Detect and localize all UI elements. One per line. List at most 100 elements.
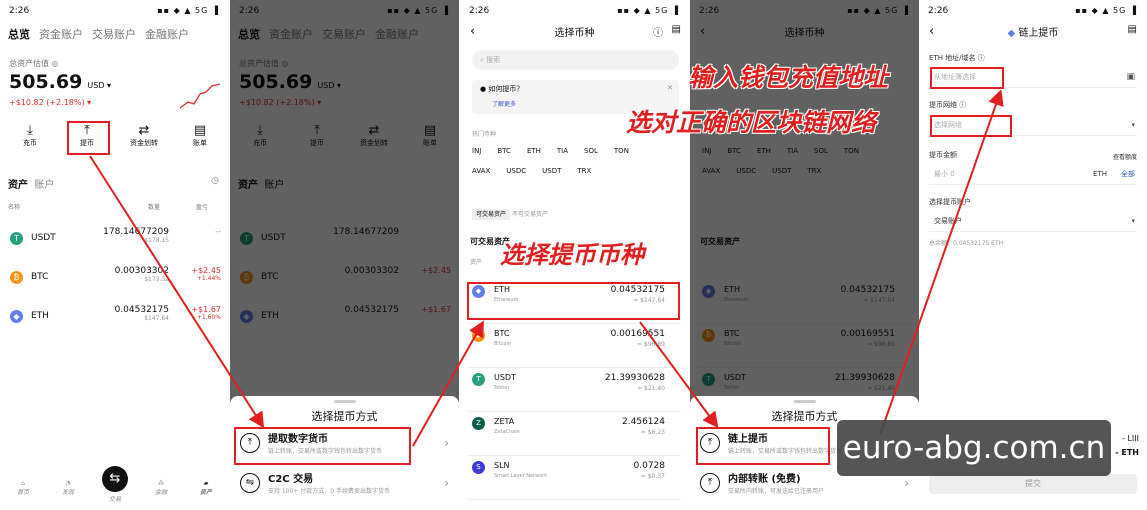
nav-assets[interactable]: ▰ 资产	[191, 480, 221, 496]
chip-inj[interactable]: INJ	[472, 147, 481, 155]
chip-avax[interactable]: AVAX	[472, 167, 490, 175]
option-title: 内部转账 (免费)	[728, 474, 801, 485]
amount-input[interactable]: 最小 0 ETH 全部	[929, 163, 1137, 185]
transfer-icon: ⇄	[138, 123, 150, 138]
bill-button[interactable]: ▤账单	[178, 123, 222, 148]
tab-finance[interactable]: 金融账户	[145, 28, 189, 41]
close-icon[interactable]: ✕	[667, 84, 673, 92]
coin-usd: ≈ $0.37	[640, 473, 665, 480]
asset-tabs: 资产 账户	[8, 176, 54, 191]
search-placeholder: 搜索	[486, 56, 501, 64]
coin-row-btc[interactable]: ₿ BTC Bitcoin 0.00169551 ≈ $96.89	[468, 324, 681, 368]
coin-row-sln[interactable]: S SLN Smart Layer Network 0.0728 ≈ $0.37	[468, 456, 681, 500]
nav-discover[interactable]: ◔ 发现	[53, 480, 83, 496]
learn-more-link[interactable]: 了解更多	[492, 99, 516, 108]
coin-amount: 0.0728	[633, 461, 666, 471]
chevron-right-icon: ›	[904, 476, 909, 490]
sheet-handle[interactable]	[334, 400, 356, 403]
highlight-withdraw-crypto	[234, 427, 411, 465]
asset-usd-value: $173.32	[144, 276, 169, 283]
usdt-icon: T	[472, 373, 485, 386]
asset-row-usdt[interactable]: T USDT 178.14677209 $178.15 --	[0, 224, 229, 262]
tab-accounts[interactable]: 账户	[34, 180, 54, 191]
tab-funding[interactable]: 资金账户	[39, 28, 83, 41]
nav-home[interactable]: ⌂ 首页	[8, 480, 38, 496]
coin-usd: ≈ $21.40	[637, 385, 665, 392]
total-amount: 505.69	[9, 71, 83, 93]
asset-amount: 0.04532175 $147.64	[115, 305, 169, 322]
nav-trade[interactable]: 交易	[100, 494, 130, 503]
max-button[interactable]: 全部	[1121, 163, 1135, 185]
address-book-icon[interactable]: ▣	[1126, 66, 1135, 88]
watermark: euro-abg.com.cn	[837, 420, 1111, 476]
record-icon[interactable]: ▤	[1128, 24, 1137, 35]
coin-symbol: USDT	[494, 373, 516, 382]
nav-trade-label: 交易	[108, 496, 121, 503]
coin-name: ZetaChain	[494, 429, 520, 435]
status-time: 2:26	[9, 6, 30, 16]
sheet-handle[interactable]	[794, 400, 816, 403]
asset-row-eth[interactable]: ◆ ETH 0.04532175 $147.64 +$1.67 +1.60%	[0, 302, 229, 340]
asset-amount: 178.14677209 $178.15	[103, 227, 169, 244]
available-balance: 总余额：0.04532175 ETH	[929, 240, 1004, 247]
btc-icon: ₿	[472, 329, 485, 342]
chip-sol[interactable]: SOL	[584, 147, 598, 155]
btc-icon: ₿	[10, 271, 23, 284]
chip-ton[interactable]: TON	[614, 147, 629, 155]
coin-symbol: BTC	[494, 329, 510, 338]
deposit-button[interactable]: ⤓充币	[8, 123, 52, 148]
filter-tradable[interactable]: 可交易资产	[472, 209, 511, 220]
asset-row-btc[interactable]: ₿ BTC 0.00303302 $173.32 +$2.45 +1.44%	[0, 263, 229, 301]
bottom-nav: ⌂ 首页 ◔ 发现 交易 ⁂ 金融 ▰ 资产	[0, 480, 229, 506]
coin-row-zeta[interactable]: Z ZETA ZetaChain 2.456124 ≈ $6.23	[468, 412, 681, 456]
help-icon[interactable]: ⓘ	[653, 24, 663, 39]
caption-select-coin: 选择提币币种	[500, 241, 644, 269]
receive-line: - ETH	[1115, 448, 1139, 457]
popular-chips-row2: AVAX USDC USDT TRX	[472, 167, 607, 175]
coin-usd: ≈ $96.89	[637, 341, 665, 348]
asset-usd-value: $147.64	[144, 315, 169, 322]
option-c2c[interactable]: ⇋ C2C 交易 支持 100+ 付款方式，0 手续费卖出数字货币 ›	[240, 468, 449, 500]
notice-title-text: 如何提币？	[488, 85, 524, 93]
chip-trx[interactable]: TRX	[577, 167, 591, 175]
network-label: 提币网络 ⓘ	[929, 101, 967, 109]
chip-tia[interactable]: TIA	[557, 147, 568, 155]
deposit-icon: ⤓	[27, 123, 33, 138]
option-desc: 交易所内转账，可发送给已注册用户	[728, 488, 825, 495]
coin-name: Bitcoin	[494, 341, 512, 347]
limit-link[interactable]: 查看额度	[1113, 152, 1137, 161]
submit-button[interactable]: 提交	[929, 474, 1137, 494]
transfer-label: 资金划转	[130, 139, 158, 147]
currency-select[interactable]: USD ▾	[87, 81, 111, 90]
transfer-button[interactable]: ⇄资金划转	[122, 123, 166, 148]
chip-eth[interactable]: ETH	[527, 147, 541, 155]
nav-finance[interactable]: ⁂ 金融	[146, 480, 176, 496]
search-input[interactable]: ⌕ 搜索	[472, 50, 679, 70]
chip-usdt[interactable]: USDT	[542, 167, 561, 175]
notice-title: ● 如何提币？	[480, 85, 524, 93]
coin-amount: 2.456124	[622, 417, 665, 427]
status-bar: 2:26 ▪▪ ◆ ▲ 5G ▐	[0, 6, 229, 20]
tab-assets[interactable]: 资产	[8, 180, 28, 191]
account-select[interactable]: 交易账户 ▾	[929, 210, 1137, 232]
tab-trading[interactable]: 交易账户	[92, 28, 136, 41]
option-desc: 支持 100+ 付款方式，0 手续费卖出数字货币	[268, 488, 391, 495]
filter-nontradable[interactable]: 不可交易资产	[512, 211, 548, 218]
coin-row-usdt[interactable]: T USDT Tether 21.39930628 ≈ $21.40	[468, 368, 681, 412]
coin-symbol: SLN	[494, 461, 510, 470]
asset-symbol: USDT	[31, 233, 56, 243]
history-icon[interactable]: ◷	[211, 176, 219, 186]
filter-tabs: 可交易资产 不可交易资产	[472, 209, 548, 220]
col-name: 名称	[8, 204, 21, 211]
tab-overview[interactable]: 总览	[8, 28, 30, 41]
status-icons: ▪▪ ◆ ▲ 5G ▐	[157, 6, 219, 15]
pnl-percent: +1.60%	[196, 314, 221, 321]
nav-assets-label: 资产	[199, 489, 212, 496]
status-icons: ▪▪ ◆ ▲ 5G ▐	[1075, 6, 1137, 15]
transfer-icon: ⤒	[700, 473, 720, 493]
chip-usdc[interactable]: USDC	[506, 167, 526, 175]
chip-btc[interactable]: BTC	[497, 147, 511, 155]
record-icon[interactable]: ▤	[672, 24, 681, 35]
amount-placeholder: 最小 0	[934, 170, 955, 178]
asset-symbol: BTC	[31, 272, 49, 282]
